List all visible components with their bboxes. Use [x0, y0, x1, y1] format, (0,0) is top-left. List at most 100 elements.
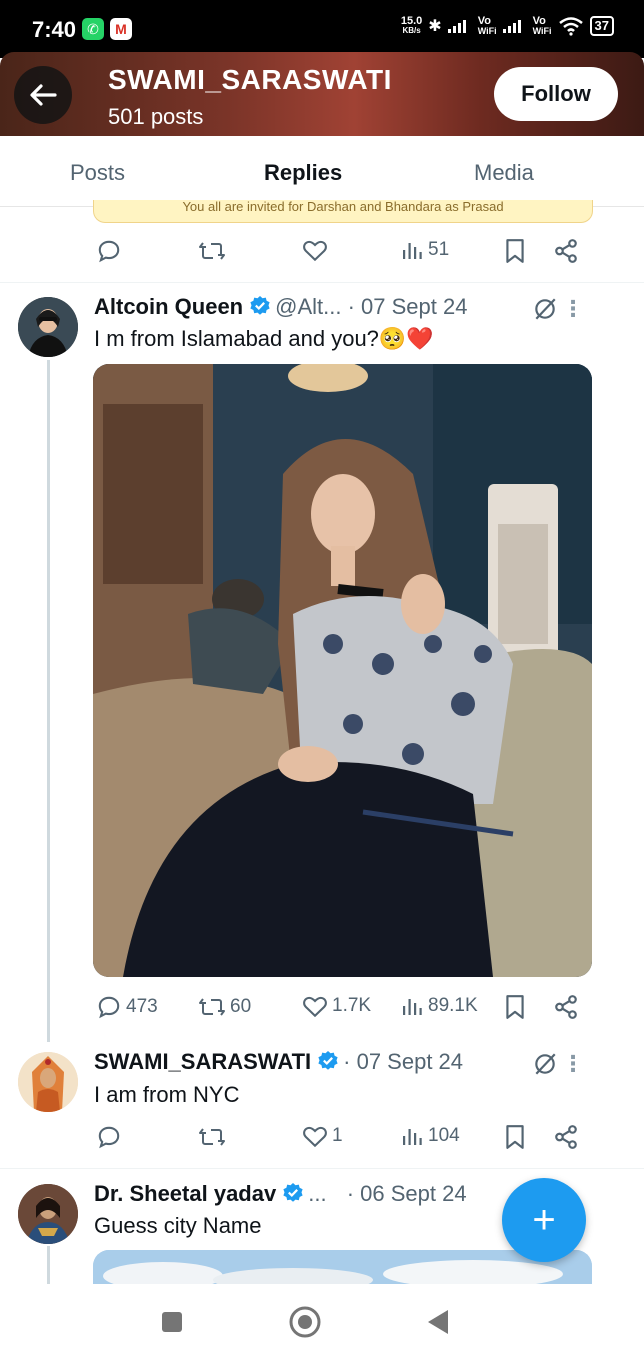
- profile-header: SWAMI_SARASWATI 501 posts Follow: [0, 52, 644, 136]
- status-time: 7:40: [32, 17, 77, 42]
- post-media-image[interactable]: [93, 1250, 592, 1284]
- previous-post-snippet-text: You all are invited for Darshan and Bhan…: [182, 200, 504, 214]
- repost-button[interactable]: [198, 1124, 226, 1150]
- vo-label: Vo: [477, 15, 491, 27]
- views-button[interactable]: 104: [400, 1124, 460, 1148]
- avatar-image: [18, 1052, 78, 1112]
- gmail-icon: M: [110, 18, 132, 40]
- repost-button[interactable]: 60: [198, 994, 251, 1020]
- wifi-label-2: WiFi: [532, 26, 552, 36]
- post-header: Altcoin Queen @Alt... · 07 Sept 24: [94, 294, 467, 320]
- views-button[interactable]: 89.1K: [400, 994, 478, 1018]
- views-icon: [403, 1129, 422, 1145]
- heart-icon: [303, 996, 327, 1018]
- home-icon[interactable]: [288, 1305, 322, 1339]
- post-text: Guess city Name: [94, 1213, 262, 1238]
- share-icon: [555, 1125, 577, 1149]
- post-date: · 06 Sept 24: [346, 1181, 467, 1206]
- views-icon: [403, 999, 422, 1015]
- whatsapp-icon: ✆: [82, 18, 104, 40]
- author-handle: @Alt...: [275, 294, 342, 319]
- reply-icon: [98, 240, 120, 263]
- thread-line: [47, 360, 50, 1042]
- heart-icon: [303, 1126, 327, 1148]
- profile-name: SWAMI_SARASWATI: [108, 64, 392, 95]
- heart-icon: [303, 240, 327, 262]
- tab-posts[interactable]: Posts: [70, 160, 125, 186]
- share-button[interactable]: [553, 994, 579, 1020]
- grok-icon[interactable]: [532, 296, 558, 322]
- net-speed-value: 15.0: [400, 15, 423, 27]
- reply-count: 473: [126, 996, 158, 1017]
- avatar[interactable]: [18, 1184, 78, 1244]
- back-nav-icon[interactable]: [426, 1308, 450, 1336]
- previous-post-media[interactable]: You all are invited for Darshan and Bhan…: [93, 200, 593, 223]
- verified-badge-icon: [318, 1051, 338, 1070]
- previous-post-actions: 51: [0, 238, 644, 268]
- compose-button[interactable]: +: [502, 1178, 586, 1262]
- avatar[interactable]: [18, 1052, 78, 1112]
- divider: [0, 1168, 644, 1169]
- post-date: · 07 Sept 24: [343, 1049, 464, 1074]
- repost-button[interactable]: [198, 238, 226, 264]
- photo-image: [93, 1250, 592, 1284]
- thread-line: [47, 1246, 50, 1284]
- battery-icon: 37: [589, 16, 614, 36]
- bookmark-icon: [506, 995, 524, 1019]
- repost-count: 60: [230, 996, 252, 1017]
- verified-badge-icon: [250, 296, 270, 315]
- back-arrow-icon: [30, 84, 57, 106]
- like-button[interactable]: 1: [302, 1124, 343, 1148]
- more-options-icon[interactable]: ⋮: [562, 296, 584, 322]
- share-icon: [555, 239, 577, 263]
- signal-icon-2: [502, 20, 521, 33]
- like-button[interactable]: [302, 238, 328, 262]
- avatar[interactable]: [18, 297, 78, 357]
- reply-icon: [98, 996, 120, 1019]
- bookmark-button[interactable]: [504, 1124, 526, 1150]
- recents-icon[interactable]: [160, 1310, 184, 1334]
- author-name[interactable]: Dr. Sheetal yadav: [94, 1181, 276, 1206]
- reply-button[interactable]: [96, 238, 122, 264]
- plus-icon: +: [532, 1197, 556, 1242]
- vo-label-2: Vo: [532, 15, 546, 27]
- avatar-image: [18, 1184, 78, 1244]
- post-actions: 473 60 1.7K 89.1K: [0, 994, 644, 1024]
- signal-icon: [447, 20, 466, 33]
- reply-button[interactable]: [96, 1124, 122, 1150]
- status-bar: 7:40 ✆ M 15.0 KB/s ✱ Vo WiFi Vo WiFi 37: [0, 0, 644, 58]
- bookmark-icon: [506, 1125, 524, 1149]
- reply-icon: [98, 1126, 120, 1149]
- reply-button[interactable]: 473: [96, 994, 158, 1020]
- status-indicators: 15.0 KB/s ✱ Vo WiFi Vo WiFi 37: [401, 16, 614, 36]
- wifi-label: WiFi: [477, 26, 497, 36]
- avatar-image: [18, 297, 78, 357]
- repost-icon: [199, 1128, 225, 1146]
- back-button[interactable]: [14, 66, 72, 124]
- tab-replies[interactable]: Replies: [264, 160, 342, 186]
- share-button[interactable]: [553, 238, 579, 264]
- net-speed-unit: KB/s: [402, 26, 421, 35]
- post-media-image[interactable]: [93, 364, 592, 977]
- author-name[interactable]: SWAMI_SARASWATI: [94, 1049, 311, 1074]
- photo-image: [93, 364, 592, 977]
- like-count: 1: [332, 1125, 343, 1146]
- post-count: 501 posts: [108, 104, 204, 129]
- post-actions: 1 104: [0, 1124, 644, 1154]
- repost-icon: [199, 998, 225, 1016]
- like-button[interactable]: 1.7K: [302, 994, 371, 1018]
- post-header: Dr. Sheetal yadav... · 06 Sept 24: [94, 1181, 467, 1207]
- views-button[interactable]: 51: [400, 238, 449, 262]
- more-options-icon[interactable]: ⋮: [562, 1051, 584, 1077]
- system-nav-bar: [0, 1284, 644, 1356]
- bookmark-button[interactable]: [504, 238, 526, 264]
- grok-icon[interactable]: [532, 1051, 558, 1077]
- views-icon: [403, 243, 422, 259]
- divider: [0, 282, 644, 283]
- bookmark-button[interactable]: [504, 994, 526, 1020]
- share-button[interactable]: [553, 1124, 579, 1150]
- author-handle: ...: [308, 1181, 327, 1206]
- follow-button[interactable]: Follow: [494, 67, 618, 121]
- tab-media[interactable]: Media: [474, 160, 534, 186]
- author-name[interactable]: Altcoin Queen: [94, 294, 243, 319]
